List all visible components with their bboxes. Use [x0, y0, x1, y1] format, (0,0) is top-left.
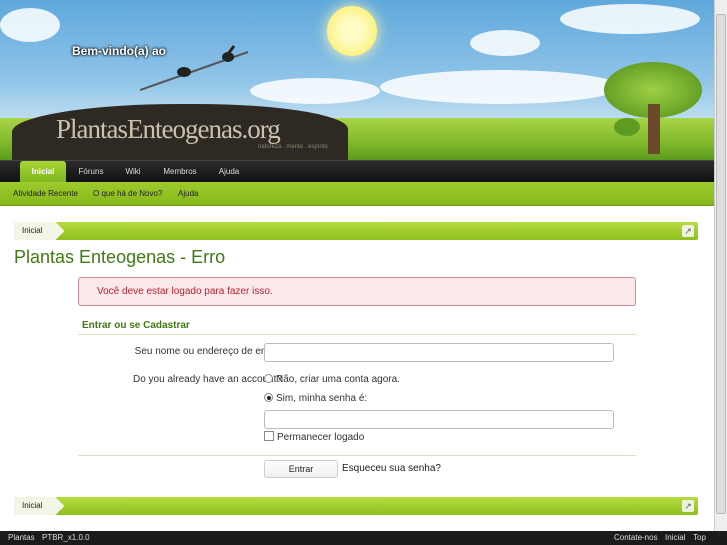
language-chooser-link[interactable]: PTBR_x1.0.0 [42, 531, 90, 545]
main-nav: Inicial Fóruns Wiki Membros Ajuda [0, 160, 727, 183]
site-logo[interactable]: PlantasEnteogenas.org [56, 114, 281, 145]
remember-me-checkbox[interactable] [264, 431, 274, 441]
footer-home-link[interactable]: Inicial [665, 531, 685, 545]
divider [78, 455, 636, 456]
option-have-password[interactable]: Sim, minha senha é: [264, 393, 367, 404]
breadcrumb-home[interactable]: Inicial [14, 497, 64, 515]
logo-tagline: natureza . mente . espírito [258, 144, 328, 150]
subnav-atividade-recente[interactable]: Atividade Recente [13, 182, 78, 206]
site-header: PlantasEnteogenas.org natureza . mente .… [0, 0, 727, 160]
tab-inicial[interactable]: Inicial [20, 161, 66, 183]
footer: Plantas PTBR_x1.0.0 Contate-nos Inicial … [0, 531, 727, 545]
tab-membros[interactable]: Membros [156, 161, 204, 183]
option-have-password-label: Sim, minha senha é: [276, 393, 368, 404]
account-question-label: Do you already have an account? [133, 374, 282, 385]
jump-icon[interactable]: ↗ [682, 225, 694, 237]
tree-trunk-graphic [648, 104, 660, 154]
radio-create-account[interactable] [264, 374, 273, 383]
sub-nav: Atividade Recente O que há de Novo? Ajud… [0, 182, 727, 206]
forgot-password-link[interactable]: Esqueceu sua senha? [342, 463, 441, 474]
username-label: Seu nome ou endereço de email: [134, 346, 282, 357]
cloud-decoration [0, 8, 60, 42]
remember-me-label: Permanecer logado [277, 432, 365, 443]
sun-graphic [327, 6, 377, 56]
style-chooser-link[interactable]: Plantas [8, 531, 35, 545]
contact-link[interactable]: Contate-nos [614, 531, 658, 545]
tab-foruns[interactable]: Fóruns [72, 161, 110, 183]
page-title: Plantas Enteogenas - Erro [14, 247, 226, 267]
password-input[interactable] [264, 410, 614, 429]
breadcrumb: Inicial ↗ [14, 222, 698, 240]
bush-graphic [614, 118, 640, 136]
scrollbar-thumb[interactable] [716, 14, 726, 514]
error-message: Você deve estar logado para fazer isso. [78, 277, 636, 306]
remember-me[interactable]: Permanecer logado [264, 431, 364, 443]
subnav-o-que-ha-de-novo[interactable]: O que há de Novo? [93, 182, 162, 206]
birds-on-branch-icon [140, 45, 249, 91]
cloud-decoration [470, 30, 540, 56]
option-create-account-label: Não, criar uma conta agora. [276, 374, 400, 385]
cloud-decoration [560, 4, 700, 34]
breadcrumb-home[interactable]: Inicial [14, 222, 64, 240]
vertical-scrollbar[interactable] [714, 0, 727, 531]
radio-have-password[interactable] [264, 393, 273, 402]
login-button[interactable]: Entrar [264, 460, 338, 478]
tab-ajuda[interactable]: Ajuda [212, 161, 246, 183]
cloud-decoration [380, 70, 620, 104]
breadcrumb-bottom: Inicial ↗ [14, 497, 698, 515]
cloud-decoration [250, 78, 380, 104]
username-input[interactable] [264, 343, 614, 362]
subnav-ajuda[interactable]: Ajuda [178, 182, 198, 206]
divider [78, 334, 636, 335]
jump-icon[interactable]: ↗ [682, 500, 694, 512]
tab-wiki[interactable]: Wiki [118, 161, 148, 183]
login-section-title: Entrar ou se Cadastrar [82, 320, 190, 331]
option-create-account[interactable]: Não, criar uma conta agora. [264, 374, 400, 385]
back-to-top-link[interactable]: Top [693, 531, 706, 545]
